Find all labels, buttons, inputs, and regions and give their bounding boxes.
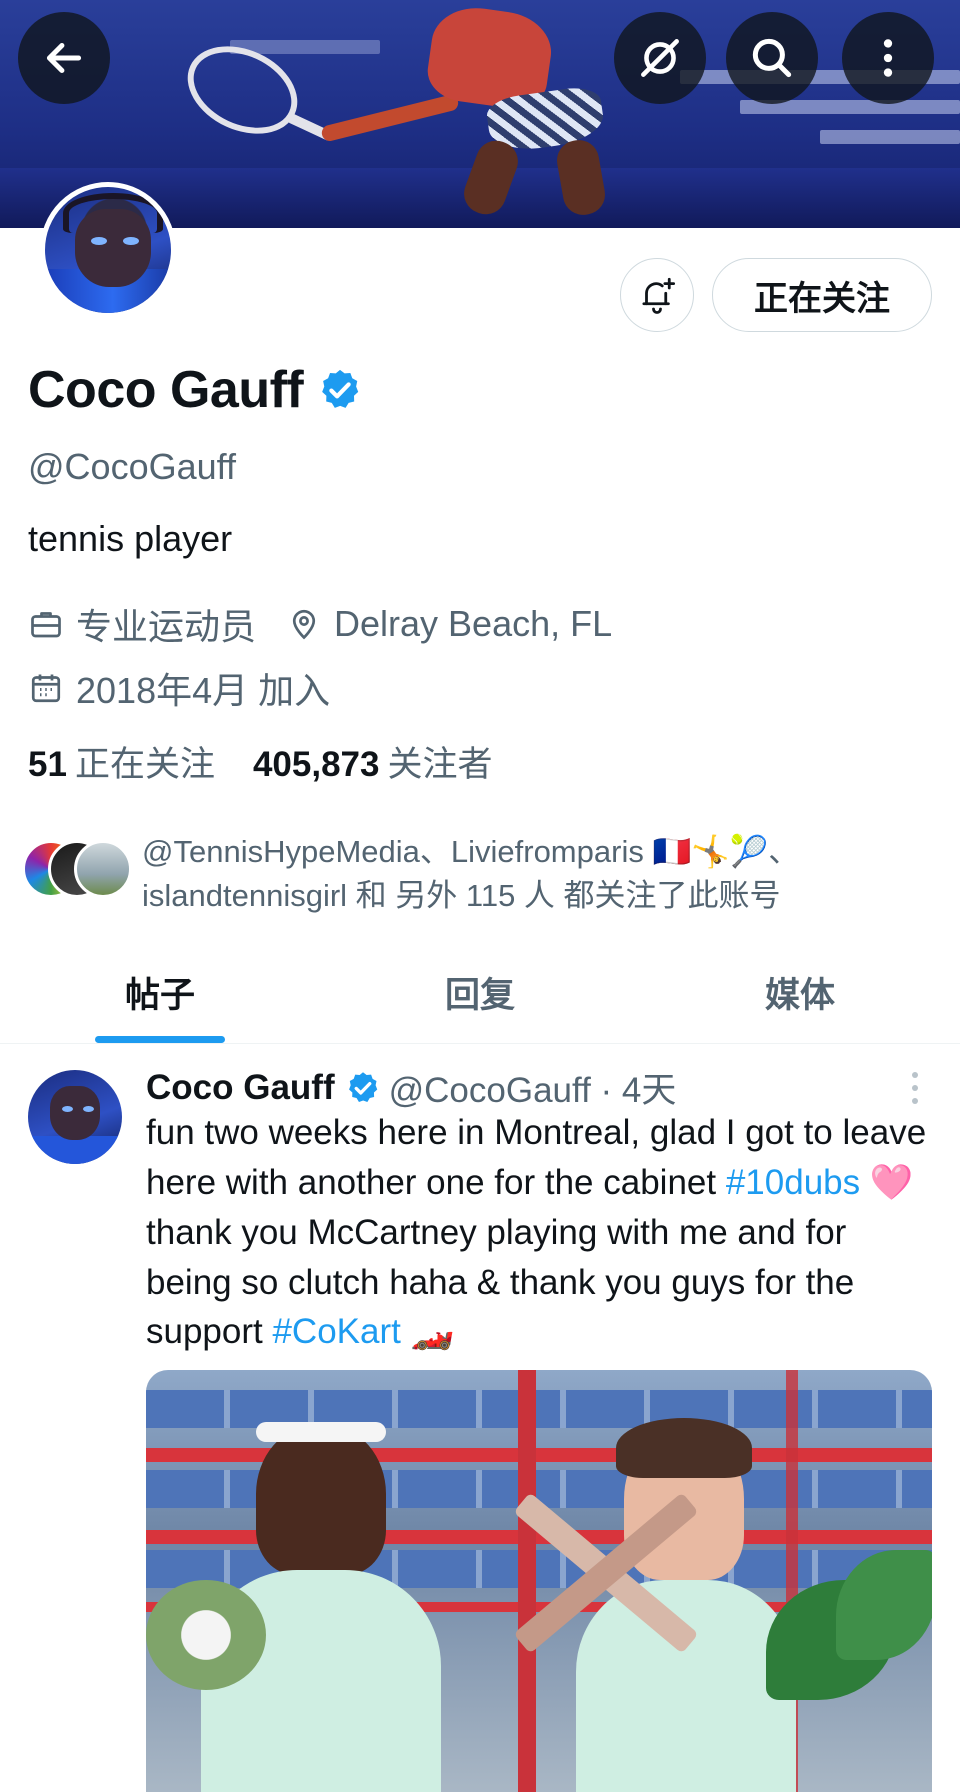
arrow-left-icon <box>46 43 82 73</box>
translate-button[interactable] <box>614 12 706 104</box>
post-author-avatar[interactable] <box>28 1070 122 1164</box>
following-count-link[interactable]: 51 正在关注 <box>28 736 215 787</box>
profile-bio: tennis player <box>28 518 233 559</box>
notifications-button[interactable] <box>620 258 694 332</box>
briefcase-icon <box>31 612 61 638</box>
more-dot-icon <box>912 1098 918 1104</box>
followed-by-avatars[interactable] <box>22 840 132 900</box>
back-button[interactable] <box>18 12 110 104</box>
more-dot-icon <box>912 1072 918 1078</box>
search-icon <box>752 38 792 78</box>
tab-media[interactable]: 媒体 <box>640 940 960 1044</box>
profile-tabs: 帖子 回复 媒体 <box>0 940 960 1044</box>
hashtag-link[interactable]: #CoKart <box>272 1312 400 1351</box>
search-button[interactable] <box>726 12 818 104</box>
profile-handle: @CocoGauff <box>28 446 236 487</box>
more-vertical-icon <box>883 39 893 77</box>
profile-joined: 2018年4月 加入 <box>76 670 331 711</box>
hashtag-link[interactable]: #10dubs <box>726 1163 860 1202</box>
profile-location: Delray Beach, FL <box>334 603 613 644</box>
post-photo[interactable] <box>146 1370 932 1792</box>
profile-avatar[interactable] <box>40 182 176 318</box>
profile-meta-row: 专业运动员 Delray Beach, FL <box>28 598 612 650</box>
tab-replies[interactable]: 回复 <box>320 940 640 1044</box>
post-more-button[interactable] <box>900 1068 930 1108</box>
post-handle-time: @CocoGauff · 4天 <box>388 1071 677 1110</box>
bell-plus-icon <box>642 277 676 314</box>
follow-counts: 51 正在关注 405,873 关注者 <box>28 736 493 787</box>
profile-name-row: Coco Gauff <box>28 360 363 420</box>
verified-badge-icon <box>348 1071 377 1102</box>
active-tab-indicator <box>95 1036 225 1043</box>
post-text: fun two weeks here in Montreal, glad I g… <box>146 1113 927 1352</box>
profile-profession: 专业运动员 <box>76 606 257 647</box>
verified-badge-icon[interactable] <box>317 367 363 413</box>
tab-posts[interactable]: 帖子 <box>0 940 320 1044</box>
followed-by-text[interactable]: @TennisHypeMedia、Liviefromparis 🇫🇷🤸🎾、 is… <box>142 830 932 918</box>
profile-joined-row: 2018年4月 加入 <box>28 662 330 714</box>
post-header: Coco Gauff @CocoGauff · 4天 <box>146 1062 676 1113</box>
post-author-name[interactable]: Coco Gauff <box>146 1068 335 1108</box>
location-pin-icon <box>292 609 316 640</box>
calendar-icon <box>31 674 61 703</box>
following-button[interactable]: 正在关注 <box>712 258 932 332</box>
race-car-emoji: 🏎️ <box>410 1312 455 1352</box>
more-button[interactable] <box>842 12 934 104</box>
profile-name: Coco Gauff <box>28 361 304 419</box>
followers-count-link[interactable]: 405,873 关注者 <box>253 736 493 787</box>
pink-heart-emoji: 🩷 <box>869 1162 914 1203</box>
translate-slash-icon <box>641 39 679 77</box>
more-dot-icon <box>912 1085 918 1091</box>
